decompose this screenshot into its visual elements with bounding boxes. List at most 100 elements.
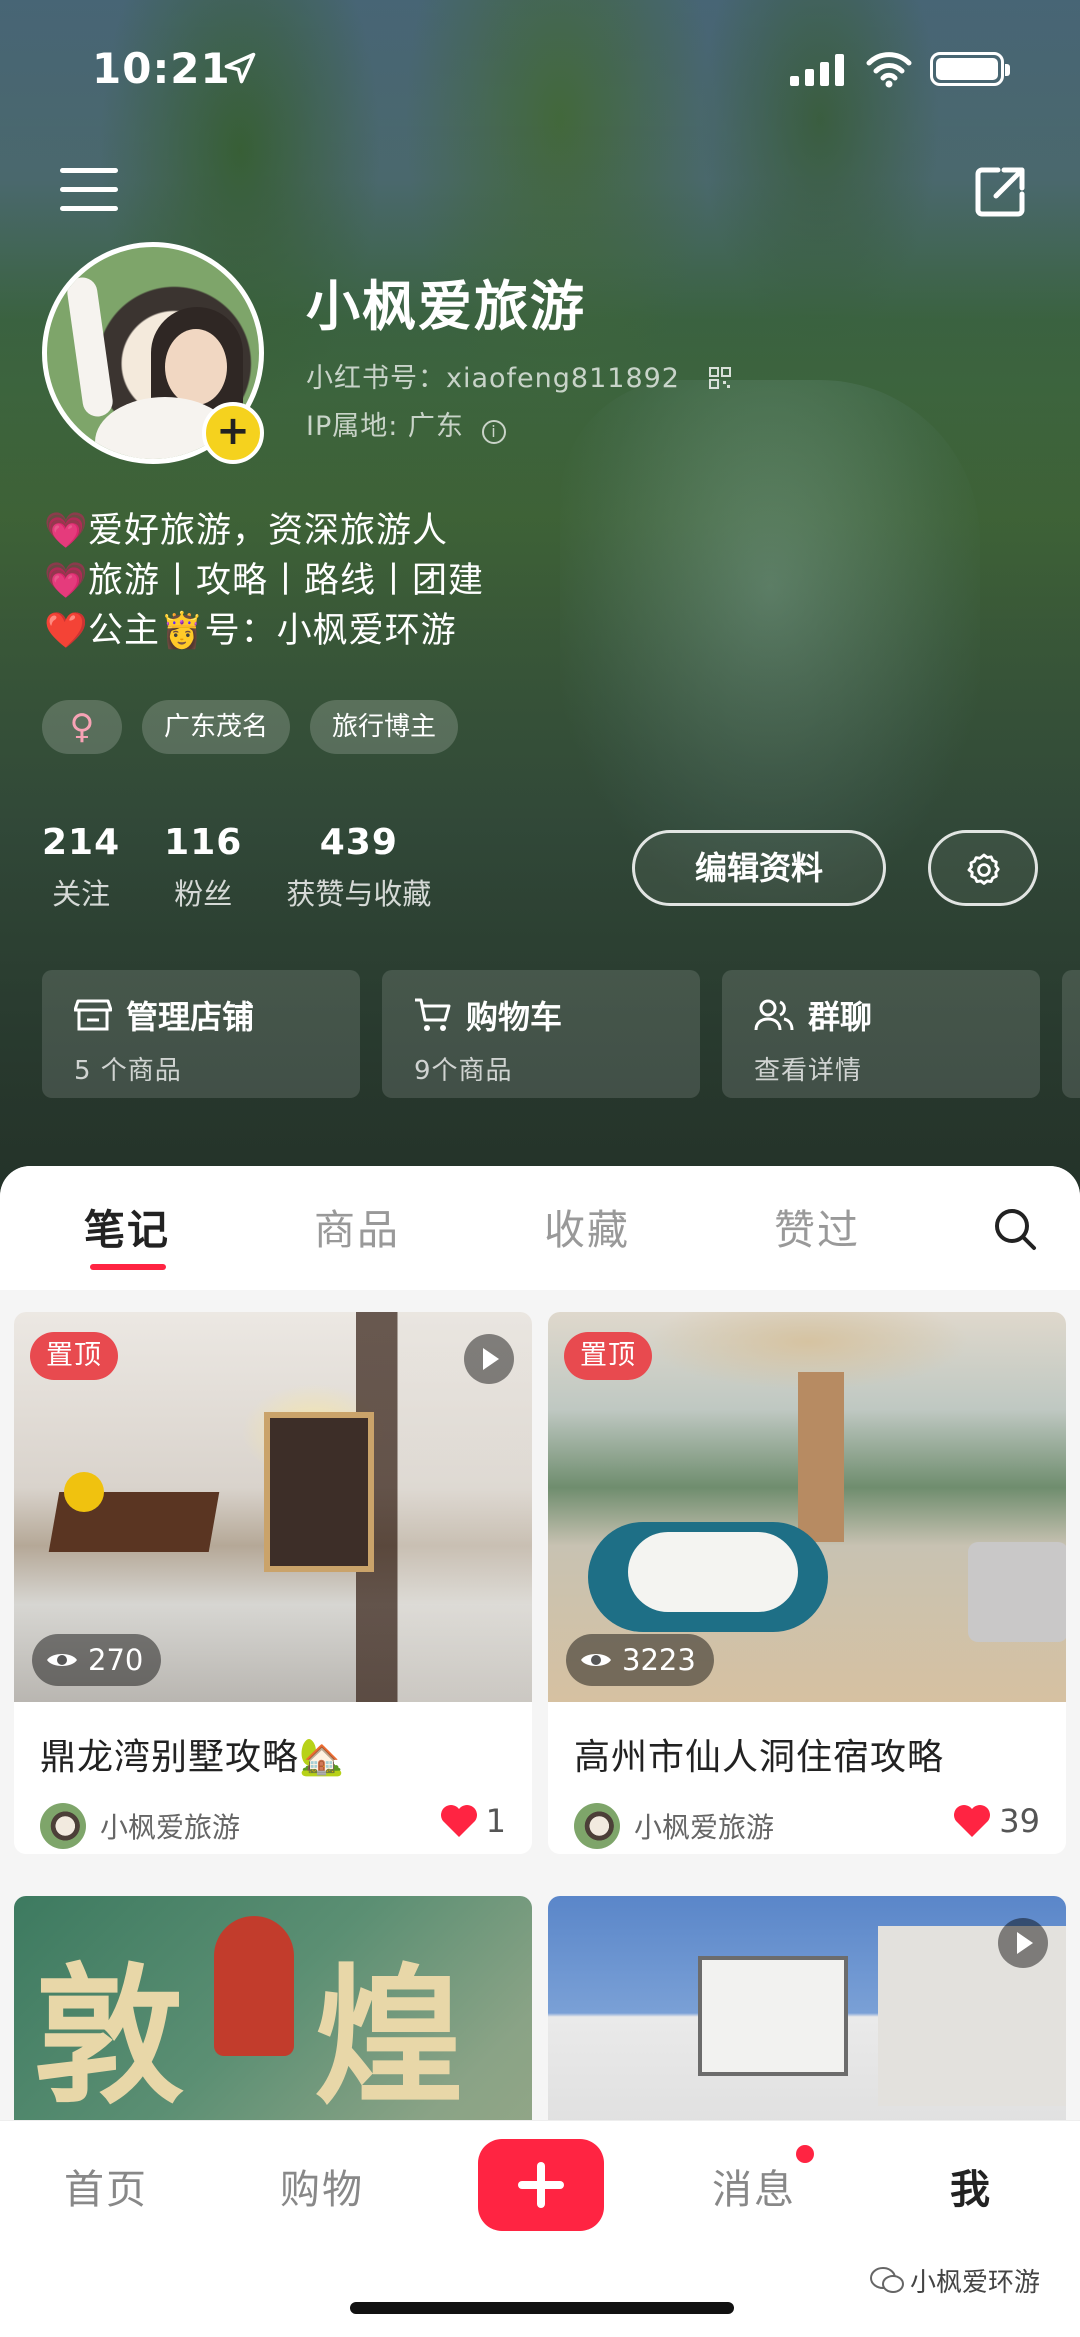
edit-profile-button[interactable]: 编辑资料 xyxy=(632,830,886,906)
heart-emoji-icon: 💗 xyxy=(44,561,89,601)
stat-label: 粉丝 xyxy=(174,877,233,911)
profile-name: 小枫爱旅游 xyxy=(306,275,586,338)
card-title: 管理店铺 xyxy=(126,998,255,1036)
eye-icon xyxy=(47,1654,77,1666)
eye-icon xyxy=(581,1654,611,1666)
status-bar: 10:21 xyxy=(0,38,1080,108)
red-id[interactable]: 小红书号：xiaofeng811892 xyxy=(306,356,732,395)
add-story-icon[interactable]: + xyxy=(202,402,264,464)
battery-icon xyxy=(930,52,1010,86)
tab-products[interactable]: 商品 xyxy=(314,1196,400,1256)
manage-store-card[interactable]: 管理店铺 5 个商品 xyxy=(42,970,360,1098)
view-count-text: 3223 xyxy=(622,1643,696,1677)
stat-likes[interactable]: 439 获赞与收藏 xyxy=(286,822,431,913)
store-icon xyxy=(74,999,112,1031)
nav-me[interactable]: 我 xyxy=(950,2157,992,2215)
card-subtitle: 5 个商品 xyxy=(74,1056,182,1086)
note-meta: 小枫爱旅游 1 xyxy=(14,1780,532,1854)
scooter-photo xyxy=(560,380,980,900)
cover-character: 煌 xyxy=(314,1949,465,2125)
stat-number: 439 xyxy=(319,822,398,863)
note-cover-image: 置顶 270 xyxy=(14,1312,532,1702)
tab-favorites[interactable]: 收藏 xyxy=(544,1196,630,1256)
nav-home[interactable]: 首页 xyxy=(64,2157,148,2215)
wifi-icon xyxy=(866,52,912,88)
search-icon[interactable] xyxy=(992,1206,1038,1252)
view-count: 3223 xyxy=(566,1634,714,1686)
tab-notes[interactable]: 笔记 xyxy=(84,1196,170,1256)
note-cover-image: 置顶 3223 xyxy=(548,1312,1066,1702)
tab-liked[interactable]: 赞过 xyxy=(774,1196,860,1256)
author-name[interactable]: 小枫爱旅游 xyxy=(100,1806,240,1846)
note-meta: 小枫爱旅游 39 xyxy=(548,1780,1066,1854)
more-card[interactable] xyxy=(1062,970,1080,1098)
home-indicator[interactable] xyxy=(350,2302,734,2314)
heart-icon xyxy=(954,1805,991,1837)
dancer-figure xyxy=(214,1916,294,2056)
stat-number: 116 xyxy=(164,822,243,863)
note-card[interactable]: 置顶 270 鼎龙湾别墅攻略🏡 小枫爱旅游 1 xyxy=(14,1312,532,1854)
wechat-icon xyxy=(870,2266,904,2293)
group-icon xyxy=(754,999,794,1031)
info-icon[interactable]: i xyxy=(481,420,506,444)
like-button[interactable]: 39 xyxy=(953,1802,1040,1840)
heart-icon xyxy=(440,1805,477,1837)
red-id-text: 小红书号：xiaofeng811892 xyxy=(306,363,680,394)
gear-icon xyxy=(967,853,1000,885)
bio-text: 旅游丨攻略丨路线丨团建 xyxy=(88,561,485,601)
card-title: 群聊 xyxy=(808,998,873,1036)
quick-cards: 管理店铺 5 个商品 购物车 9个商品 群聊 查看详情 xyxy=(42,970,1080,1098)
settings-button[interactable] xyxy=(928,830,1038,906)
ip-location: IP属地: 广东 i xyxy=(306,404,506,444)
view-count: 270 xyxy=(32,1634,162,1686)
pinned-badge: 置顶 xyxy=(30,1332,118,1380)
nav-messages[interactable]: 消息 xyxy=(712,2157,796,2215)
bio-line: ❤️公主👸号：小枫爱环游 xyxy=(44,606,484,656)
profile-stats: 214 关注 116 粉丝 439 获赞与收藏 xyxy=(42,822,475,913)
stat-label: 关注 xyxy=(52,877,111,911)
author-name[interactable]: 小枫爱旅游 xyxy=(634,1806,774,1846)
stat-label: 获赞与收藏 xyxy=(286,877,432,911)
author-avatar[interactable] xyxy=(574,1803,620,1849)
bio-line: 💗旅游丨攻略丨路线丨团建 xyxy=(44,556,484,606)
ip-location-text: IP属地: 广东 xyxy=(306,411,464,442)
note-title: 鼎龙湾别墅攻略🏡 xyxy=(40,1737,345,1778)
note-card[interactable]: 置顶 3223 高州市仙人洞住宿攻略 小枫爱旅游 39 xyxy=(548,1312,1066,1854)
active-tab-indicator xyxy=(90,1264,166,1270)
notification-dot xyxy=(796,2145,814,2163)
group-chat-card[interactable]: 群聊 查看详情 xyxy=(722,970,1040,1098)
heart-emoji-icon: 💗 xyxy=(44,511,89,551)
like-button[interactable]: 1 xyxy=(440,1802,506,1840)
stat-followers[interactable]: 116 粉丝 xyxy=(164,822,242,913)
like-count: 39 xyxy=(999,1802,1040,1840)
stat-following[interactable]: 214 关注 xyxy=(42,822,120,913)
nav-shop[interactable]: 购物 xyxy=(280,2157,364,2215)
menu-icon[interactable] xyxy=(60,168,118,214)
bio: 💗爱好旅游，资深旅游人 💗旅游丨攻略丨路线丨团建 ❤️公主👸号：小枫爱环游 xyxy=(44,506,484,656)
like-count: 1 xyxy=(485,1802,506,1840)
video-play-icon xyxy=(464,1334,514,1384)
cover-character: 敦 xyxy=(34,1949,185,2125)
note-title: 高州市仙人洞住宿攻略 xyxy=(574,1737,945,1778)
heart-emoji-icon: ❤️ xyxy=(44,611,89,651)
tab-bar: 笔记 商品 收藏 赞过 xyxy=(0,1166,1080,1290)
cart-icon xyxy=(415,998,451,1031)
location-tag: 广东茂名 xyxy=(142,700,291,754)
qr-code-icon[interactable] xyxy=(708,366,732,390)
video-play-icon xyxy=(998,1918,1048,1968)
role-tag: 旅行博主 xyxy=(310,700,459,754)
author-avatar[interactable] xyxy=(40,1803,86,1849)
card-title: 购物车 xyxy=(466,998,563,1036)
location-arrow-icon xyxy=(224,52,256,84)
gender-tag: ♀ xyxy=(42,700,122,754)
card-subtitle: 9个商品 xyxy=(414,1056,513,1086)
share-icon[interactable] xyxy=(972,164,1028,220)
bio-line: 💗爱好旅游，资深旅游人 xyxy=(44,506,484,556)
watermark-text: 小枫爱环游 xyxy=(910,2268,1041,2298)
bio-text: 爱好旅游，资深旅游人 xyxy=(88,511,449,551)
watermark: 小枫爱环游 xyxy=(870,2262,1040,2299)
cart-card[interactable]: 购物车 9个商品 xyxy=(382,970,700,1098)
create-post-button[interactable] xyxy=(478,2139,604,2231)
view-count-text: 270 xyxy=(88,1643,144,1677)
profile-screen: 10:21 + 小枫爱旅游 小红书号：xiaofeng811892 IP属地: … xyxy=(0,0,1080,2337)
